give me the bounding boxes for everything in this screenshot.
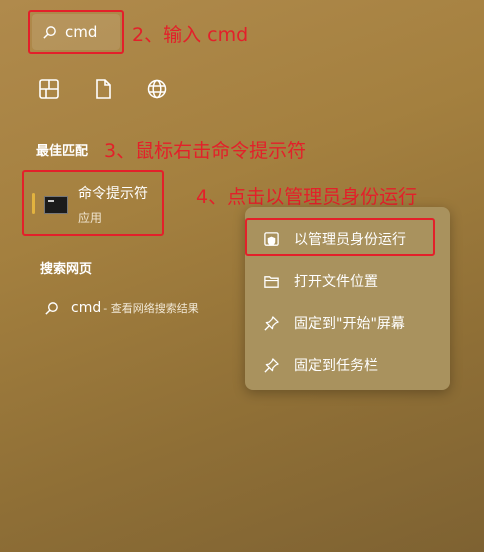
selection-accent — [32, 193, 35, 214]
step3-annotation: 3、鼠标右击命令提示符 — [104, 140, 307, 162]
search-highlight-box — [28, 10, 124, 54]
pin-to-taskbar-label: 固定到任务栏 — [294, 358, 378, 374]
web-search-heading: 搜索网页 — [40, 262, 93, 277]
pin-to-taskbar-item[interactable]: 固定到任务栏 — [263, 355, 378, 375]
apps-icon[interactable] — [38, 78, 60, 100]
run-as-admin-highlight-box — [245, 218, 435, 256]
documents-icon[interactable] — [92, 78, 114, 100]
open-file-location-label: 打开文件位置 — [294, 274, 378, 290]
search-icon — [45, 301, 58, 315]
web-search-query: cmd — [71, 300, 102, 316]
web-search-suffix: - 查看网络搜索结果 — [103, 302, 199, 315]
app-name: 命令提示符 — [78, 186, 148, 202]
pin-to-start-label: 固定到"开始"屏幕 — [294, 316, 405, 332]
command-prompt-icon — [44, 196, 68, 214]
step2-annotation: 2、输入 cmd — [132, 24, 249, 46]
app-type: 应用 — [78, 211, 103, 225]
pin-icon — [264, 315, 279, 331]
pin-icon — [264, 357, 279, 373]
open-file-location-item[interactable]: 打开文件位置 — [263, 271, 378, 291]
step4-annotation: 4、点击以管理员身份运行 — [196, 186, 418, 208]
pin-to-start-item[interactable]: 固定到"开始"屏幕 — [263, 313, 405, 333]
folder-icon — [264, 275, 279, 288]
best-match-heading: 最佳匹配 — [36, 144, 89, 159]
web-search-result[interactable]: cmd - 查看网络搜索结果 — [44, 300, 199, 316]
web-icon[interactable] — [146, 78, 168, 100]
